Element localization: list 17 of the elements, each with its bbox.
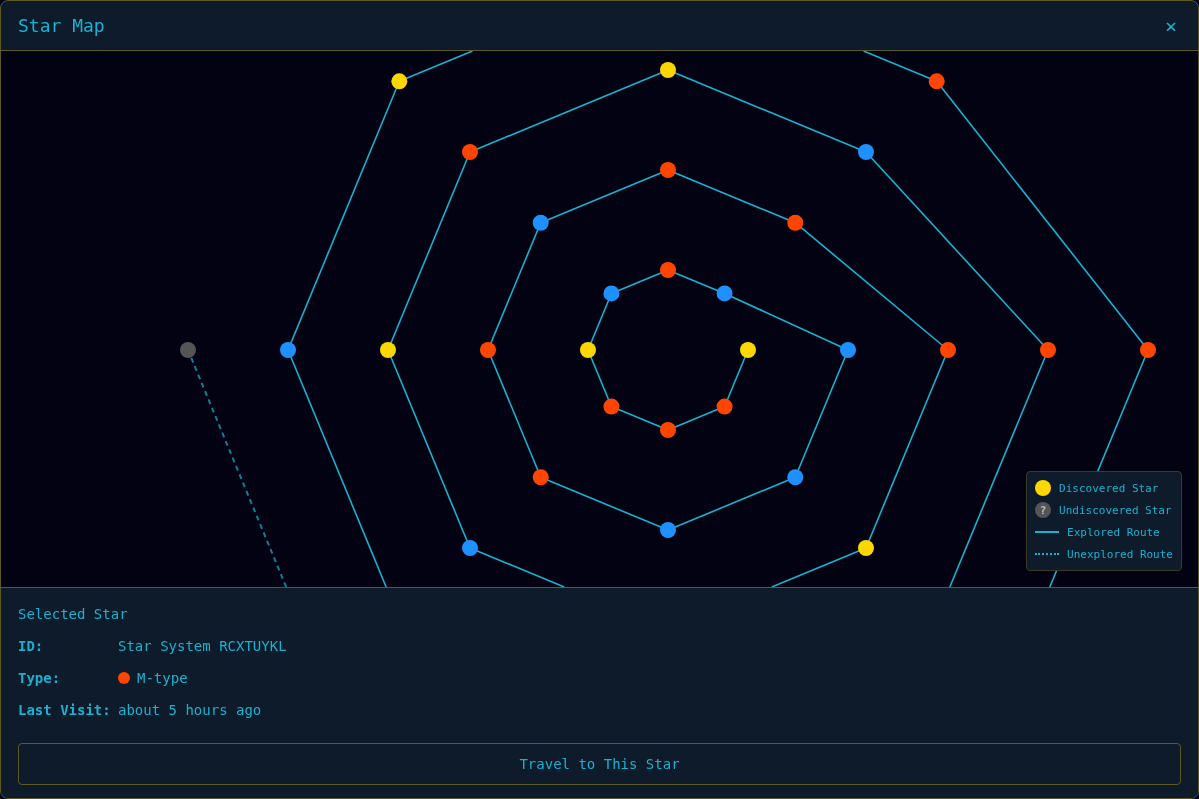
field-label: Last Visit: [18, 702, 112, 718]
field-value: M-type [137, 670, 188, 686]
close-button[interactable]: × [1160, 13, 1181, 38]
field-label: Type: [18, 670, 62, 686]
field-label: ID: [18, 638, 45, 654]
dotted-line-icon [1035, 553, 1060, 555]
travel-button[interactable]: Travel to This Star [18, 743, 1181, 785]
solid-line-icon [1035, 531, 1060, 533]
field-value: Star System RCXTUYKL [118, 638, 287, 654]
legend-label: Explored Route [1067, 525, 1160, 539]
legend-label: Unexplored Route [1067, 547, 1173, 561]
legend-label: Undiscovered Star [1059, 503, 1172, 517]
field-value: about 5 hours ago [118, 702, 262, 718]
legend-label: Discovered Star [1059, 481, 1159, 495]
question-icon: ? [1035, 502, 1052, 518]
section-heading: Selected Star [18, 606, 129, 623]
window-title: Star Map [18, 15, 105, 36]
